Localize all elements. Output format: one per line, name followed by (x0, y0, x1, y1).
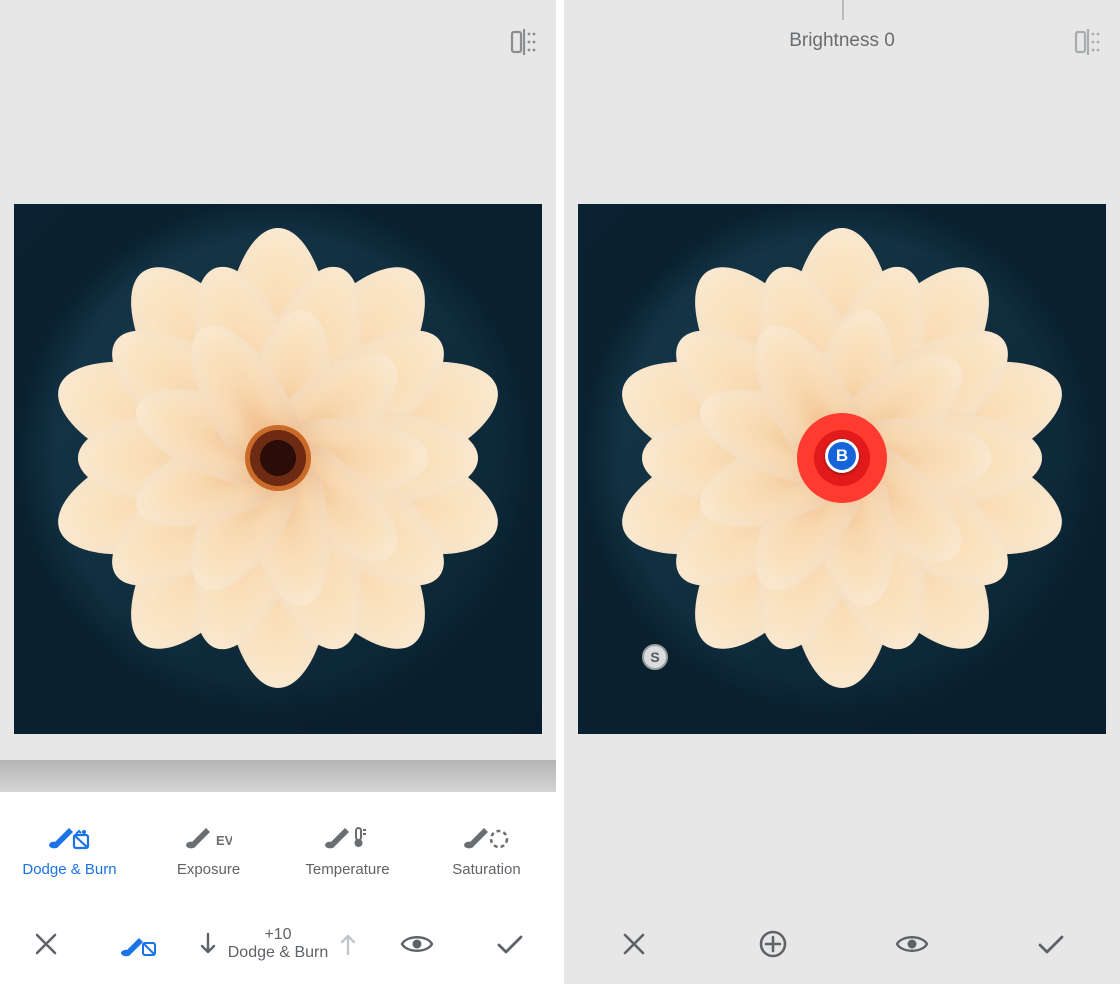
selective-point-inactive[interactable]: S (642, 644, 668, 670)
photo-canvas[interactable] (14, 204, 542, 734)
right-pane: Brightness 0 B S (564, 0, 1120, 984)
tool-label: Exposure (177, 861, 240, 878)
check-icon (1036, 932, 1066, 956)
left-pane: Dodge & Burn EV Exposure (0, 0, 556, 984)
decrease-button[interactable] (198, 930, 218, 958)
adjust-label: Dodge & Burn (228, 944, 329, 961)
eye-icon (400, 933, 434, 955)
check-icon (495, 932, 525, 956)
brush-dodge-icon (120, 930, 158, 958)
increase-button[interactable] (338, 930, 358, 958)
brush-exposure-icon: EV (185, 819, 233, 851)
apply-button[interactable] (463, 904, 556, 984)
eye-icon (895, 933, 929, 955)
tool-dodge-burn[interactable]: Dodge & Burn (0, 792, 139, 904)
right-bottombar (564, 904, 1120, 984)
cancel-button[interactable] (0, 904, 93, 984)
compare-button[interactable] (1066, 20, 1110, 64)
add-point-button[interactable] (703, 904, 842, 984)
tool-temperature[interactable]: Temperature (278, 792, 417, 904)
svg-text:EV: EV (216, 833, 232, 848)
tool-label: Temperature (305, 861, 389, 878)
adjust-stepper: +10 Dodge & Burn (185, 904, 370, 984)
pane-divider (556, 0, 564, 984)
tool-label: Saturation (452, 861, 520, 878)
arrow-down-icon (198, 930, 218, 958)
compare-icon (1074, 29, 1102, 55)
cancel-button[interactable] (564, 904, 703, 984)
preview-button[interactable] (371, 904, 464, 984)
selective-point-active[interactable]: B (825, 439, 859, 473)
close-icon (33, 931, 59, 957)
close-icon (621, 931, 647, 957)
brush-saturation-icon (463, 819, 511, 851)
preview-button[interactable] (842, 904, 981, 984)
brush-dodge-icon (46, 819, 94, 851)
tool-saturation[interactable]: Saturation (417, 792, 556, 904)
photo-canvas[interactable]: B S (578, 204, 1106, 734)
parameter-title: Brightness 0 (564, 30, 1120, 52)
arrow-up-icon (338, 930, 358, 958)
left-bottombar: +10 Dodge & Burn (0, 904, 556, 984)
left-topbar (0, 0, 556, 82)
active-brush-button[interactable] (93, 904, 186, 984)
tool-exposure[interactable]: EV Exposure (139, 792, 278, 904)
brush-temperature-icon (324, 819, 372, 851)
adjust-value: +10 (228, 926, 329, 944)
compare-icon (510, 29, 538, 55)
add-circle-icon (758, 929, 788, 959)
brush-tool-row: Dodge & Burn EV Exposure (0, 792, 556, 904)
tool-label: Dodge & Burn (22, 861, 116, 878)
adjust-readout: +10 Dodge & Burn (228, 926, 329, 963)
apply-button[interactable] (981, 904, 1120, 984)
right-topbar: Brightness 0 (564, 0, 1120, 82)
compare-button[interactable] (502, 20, 546, 64)
